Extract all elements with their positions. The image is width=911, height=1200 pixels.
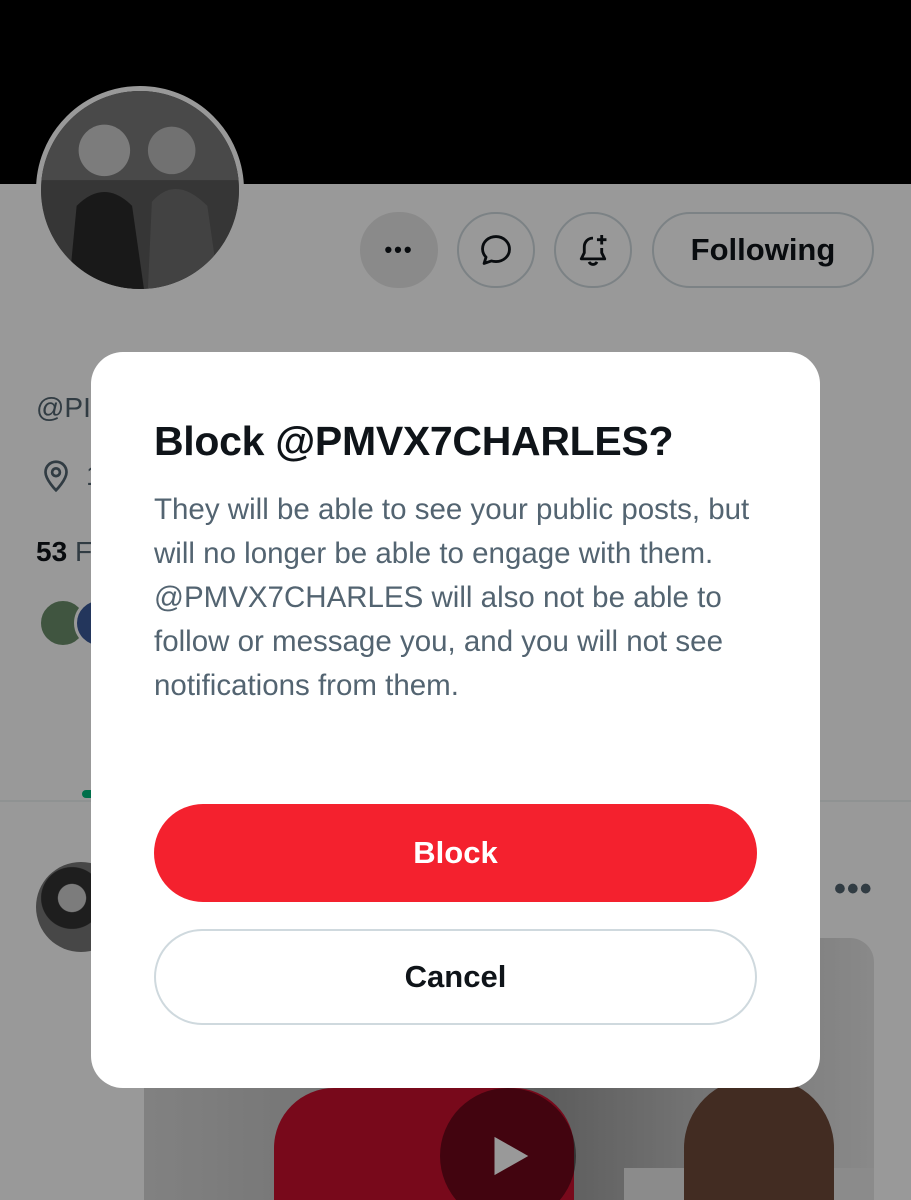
dialog-title: Block @PMVX7CHARLES? <box>154 418 674 464</box>
cancel-button[interactable]: Cancel <box>154 929 757 1025</box>
dialog-message: They will be able to see your public pos… <box>154 493 750 702</box>
block-button[interactable]: Block <box>154 804 757 902</box>
block-confirmation-dialog: Block @PMVX7CHARLES? They will be able t… <box>91 352 820 1088</box>
